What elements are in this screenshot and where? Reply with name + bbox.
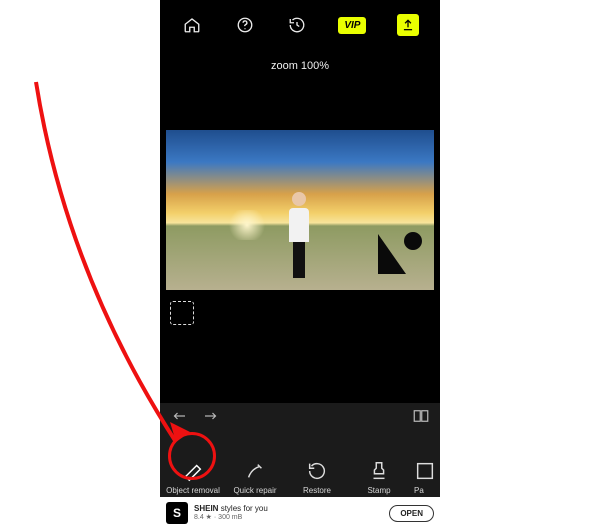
photo-girl [286, 192, 312, 278]
ad-open-button[interactable]: OPEN [389, 505, 434, 522]
tool-object-removal-label: Object removal [166, 486, 220, 495]
ad-rating: 8.4 ★ · 300 mB [194, 514, 268, 522]
selection-icon[interactable] [170, 301, 194, 325]
tool-overflow-label: Pa [414, 486, 424, 495]
redo-icon[interactable] [202, 409, 220, 428]
top-bar: VIP [160, 0, 440, 46]
undo-icon[interactable] [170, 409, 188, 428]
bottom-toolbar: Object removal Quick repair Restore Stam… [160, 433, 440, 497]
ad-banner[interactable]: S SHEIN styles for you 8.4 ★ · 300 mB OP… [160, 497, 440, 529]
help-icon[interactable] [234, 14, 256, 36]
tool-restore[interactable]: Restore [290, 460, 344, 495]
history-bar [160, 403, 440, 433]
zoom-label: zoom 100% [160, 46, 440, 82]
ad-text: SHEIN styles for you 8.4 ★ · 300 mB [194, 505, 268, 521]
tool-stamp[interactable]: Stamp [352, 460, 406, 495]
ad-logo: S [166, 502, 188, 524]
tool-stamp-label: Stamp [367, 486, 390, 495]
compare-icon[interactable] [412, 408, 430, 429]
editor-canvas[interactable] [160, 82, 440, 403]
export-button[interactable] [397, 14, 419, 36]
ad-title: SHEIN styles for you [194, 505, 268, 514]
tool-quick-repair[interactable]: Quick repair [228, 460, 282, 495]
history-icon[interactable] [286, 14, 308, 36]
tool-object-removal[interactable]: Object removal [166, 460, 220, 495]
vip-badge[interactable]: VIP [338, 17, 366, 34]
home-icon[interactable] [181, 14, 203, 36]
photo-preview [166, 130, 434, 290]
phone-frame: VIP zoom 100% Object removal [160, 0, 440, 529]
photo-sun-glow [226, 210, 268, 240]
tool-quick-repair-label: Quick repair [233, 486, 276, 495]
photo-kneeling-person [378, 220, 422, 274]
tool-overflow[interactable]: Pa [414, 460, 434, 495]
tool-restore-label: Restore [303, 486, 331, 495]
